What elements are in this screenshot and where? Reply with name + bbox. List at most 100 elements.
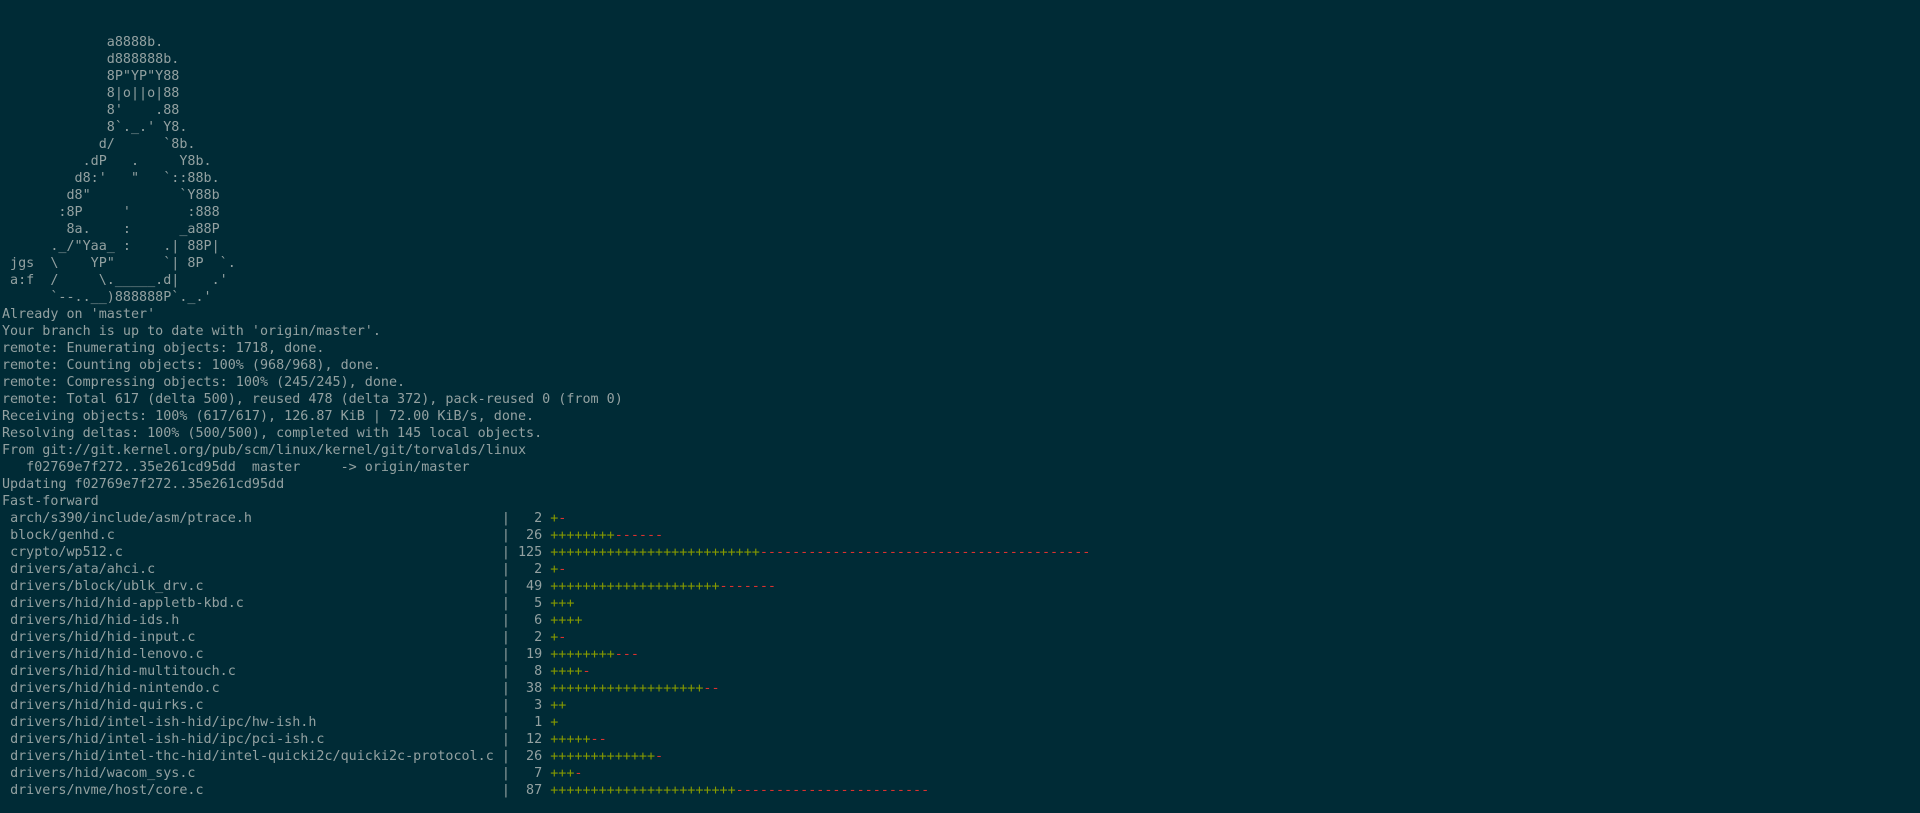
diffstat-file-path: drivers/nvme/host/core.c (10, 783, 204, 798)
diffstat-change-count: 38 (526, 681, 543, 696)
output-line: Fast-forward (2, 494, 99, 509)
output-line: Resolving deltas: 100% (500/500), comple… (2, 426, 543, 441)
diffstat-deletions-bar: ----------------------------------------… (759, 545, 1091, 560)
diffstat-row: drivers/hid/hid-input.c | 2 +- (2, 629, 1920, 646)
diffstat-path-prefix (2, 545, 10, 560)
diffstat-path-prefix (2, 749, 10, 764)
diffstat-row: drivers/hid/intel-ish-hid/ipc/hw-ish.h |… (2, 714, 1920, 731)
diffstat-row: drivers/hid/hid-ids.h | 6 ++++ (2, 612, 1920, 629)
diffstat-row: drivers/hid/wacom_sys.c | 7 +++- (2, 765, 1920, 782)
output-line: From git://git.kernel.org/pub/scm/linux/… (2, 443, 527, 458)
ascii-art-line: 8P"YP"Y88 (2, 69, 180, 84)
diffstat-path-prefix (2, 579, 10, 594)
diffstat-row: drivers/hid/intel-ish-hid/ipc/pci-ish.c … (2, 731, 1920, 748)
diffstat-row: drivers/hid/hid-lenovo.c | 19 ++++++++--… (2, 646, 1920, 663)
diffstat-file-path: drivers/hid/hid-nintendo.c (10, 681, 220, 696)
diffstat-path-prefix (2, 647, 10, 662)
diffstat-row: drivers/block/ublk_drv.c | 49 ++++++++++… (2, 578, 1920, 595)
diffstat-path-prefix (2, 681, 10, 696)
diffstat-insertions-bar: +++++++++++++ (550, 749, 656, 764)
ascii-art-line: `--..__)888888P`._.' (2, 290, 212, 305)
diffstat-file-path: crypto/wp512.c (10, 545, 123, 560)
diffstat-change-count: 7 (534, 766, 543, 781)
diffstat-separator: | (243, 596, 535, 611)
diffstat-separator: | (203, 579, 527, 594)
ascii-art-line: d888888b. (2, 52, 180, 67)
ascii-art-line: .dP . Y8b. (2, 154, 212, 169)
diffstat-deletions-bar: -- (703, 681, 720, 696)
diffstat-deletions-bar: - (558, 562, 567, 577)
diffstat-deletions-bar: - (558, 630, 567, 645)
diffstat-path-prefix (2, 732, 10, 747)
diffstat-deletions-bar: - (574, 766, 583, 781)
diffstat-separator: | (195, 630, 535, 645)
diffstat-separator: | (155, 562, 535, 577)
diffstat-change-count: 6 (534, 613, 543, 628)
diffstat-path-prefix (2, 715, 10, 730)
diffstat-row: drivers/hid/intel-thc-hid/intel-quicki2c… (2, 748, 1920, 765)
diffstat-insertions-bar: +++ (550, 596, 575, 611)
output-line: remote: Total 617 (delta 500), reused 47… (2, 392, 623, 407)
diffstat-file-path: drivers/ata/ahci.c (10, 562, 156, 577)
diffstat-change-count: 8 (534, 664, 543, 679)
diffstat-change-count: 5 (534, 596, 543, 611)
diffstat-insertions-bar: ++++++++ (550, 528, 615, 543)
ascii-art-banner: a8888b. d888888b. 8P"YP"Y88 8|o||o|88 8'… (2, 34, 1920, 306)
terminal-window[interactable]: a8888b. d888888b. 8P"YP"Y88 8|o||o|88 8'… (0, 0, 1920, 813)
diffstat-separator: | (251, 511, 535, 526)
diffstat-row: drivers/hid/hid-nintendo.c | 38 ++++++++… (2, 680, 1920, 697)
diffstat-change-count: 125 (517, 545, 543, 560)
diffstat-separator: | (219, 681, 527, 696)
diffstat-separator: | (122, 545, 518, 560)
diffstat-insertions-bar: ++ (550, 698, 567, 713)
diffstat-deletions-bar: ------------------------ (735, 783, 930, 798)
diffstat-separator: | (114, 528, 527, 543)
diffstat-path-prefix (2, 698, 10, 713)
diffstat-insertions-bar: ++++++++ (550, 647, 615, 662)
diffstat-path-prefix (2, 613, 10, 628)
diffstat-row: crypto/wp512.c | 125 +++++++++++++++++++… (2, 544, 1920, 561)
diffstat-deletions-bar: --- (614, 647, 639, 662)
diffstat-insertions-bar: +++++ (550, 732, 591, 747)
diffstat-path-prefix (2, 664, 10, 679)
diffstat-change-count: 19 (526, 647, 543, 662)
output-line: remote: Enumerating objects: 1718, done. (2, 341, 325, 356)
diffstat-row: drivers/ata/ahci.c | 2 +- (2, 561, 1920, 578)
diffstat-row: drivers/hid/hid-appletb-kbd.c | 5 +++ (2, 595, 1920, 612)
diffstat-file-path: drivers/hid/hid-quirks.c (10, 698, 204, 713)
diffstat-separator: | (203, 647, 527, 662)
ascii-art-line: 8|o||o|88 (2, 86, 180, 101)
ascii-art-line: d8:' " `::88b. (2, 171, 220, 186)
diffstat-path-prefix (2, 511, 10, 526)
diffstat-separator: | (203, 783, 527, 798)
diffstat-row: arch/s390/include/asm/ptrace.h | 2 +- (2, 510, 1920, 527)
diffstat-deletions-bar: -- (590, 732, 607, 747)
diffstat-insertions-bar: ++++ (550, 613, 583, 628)
ascii-art-line: 8' .88 (2, 103, 180, 118)
diffstat-change-count: 2 (534, 511, 543, 526)
diffstat-file-path: block/genhd.c (10, 528, 115, 543)
diffstat-file-path: drivers/hid/hid-appletb-kbd.c (10, 596, 244, 611)
ascii-art-line: jgs \ YP" `| 8P `. (2, 256, 236, 271)
diffstat-insertions-bar: ++++++++++++++++++++++++++ (550, 545, 760, 560)
diffstat-file-path: drivers/hid/intel-ish-hid/ipc/pci-ish.c (10, 732, 325, 747)
output-line: remote: Compressing objects: 100% (245/2… (2, 375, 406, 390)
diffstat-insertions-bar: +++++++++++++++++++ (550, 681, 704, 696)
diffstat-change-count: 2 (534, 562, 543, 577)
diffstat-path-prefix (2, 766, 10, 781)
diffstat-change-count: 26 (526, 528, 543, 543)
diffstat-row: block/genhd.c | 26 ++++++++------ (2, 527, 1920, 544)
diffstat-insertions-bar: +++++++++++++++++++++ (550, 579, 720, 594)
diffstat-path-prefix (2, 562, 10, 577)
diffstat-file-path: drivers/hid/hid-multitouch.c (10, 664, 236, 679)
ascii-art-line: 8a. : _a88P (2, 222, 220, 237)
diffstat-change-count: 2 (534, 630, 543, 645)
diffstat-change-count: 26 (526, 749, 543, 764)
diffstat-insertions-bar: + (550, 715, 559, 730)
diffstat-separator: | (235, 664, 535, 679)
diffstat-change-count: 49 (526, 579, 543, 594)
ascii-art-line: d/ `8b. (2, 137, 196, 152)
output-line: Already on 'master' (2, 307, 156, 322)
diffstat-deletions-bar: - (582, 664, 591, 679)
diffstat-insertions-bar: ++++ (550, 664, 583, 679)
